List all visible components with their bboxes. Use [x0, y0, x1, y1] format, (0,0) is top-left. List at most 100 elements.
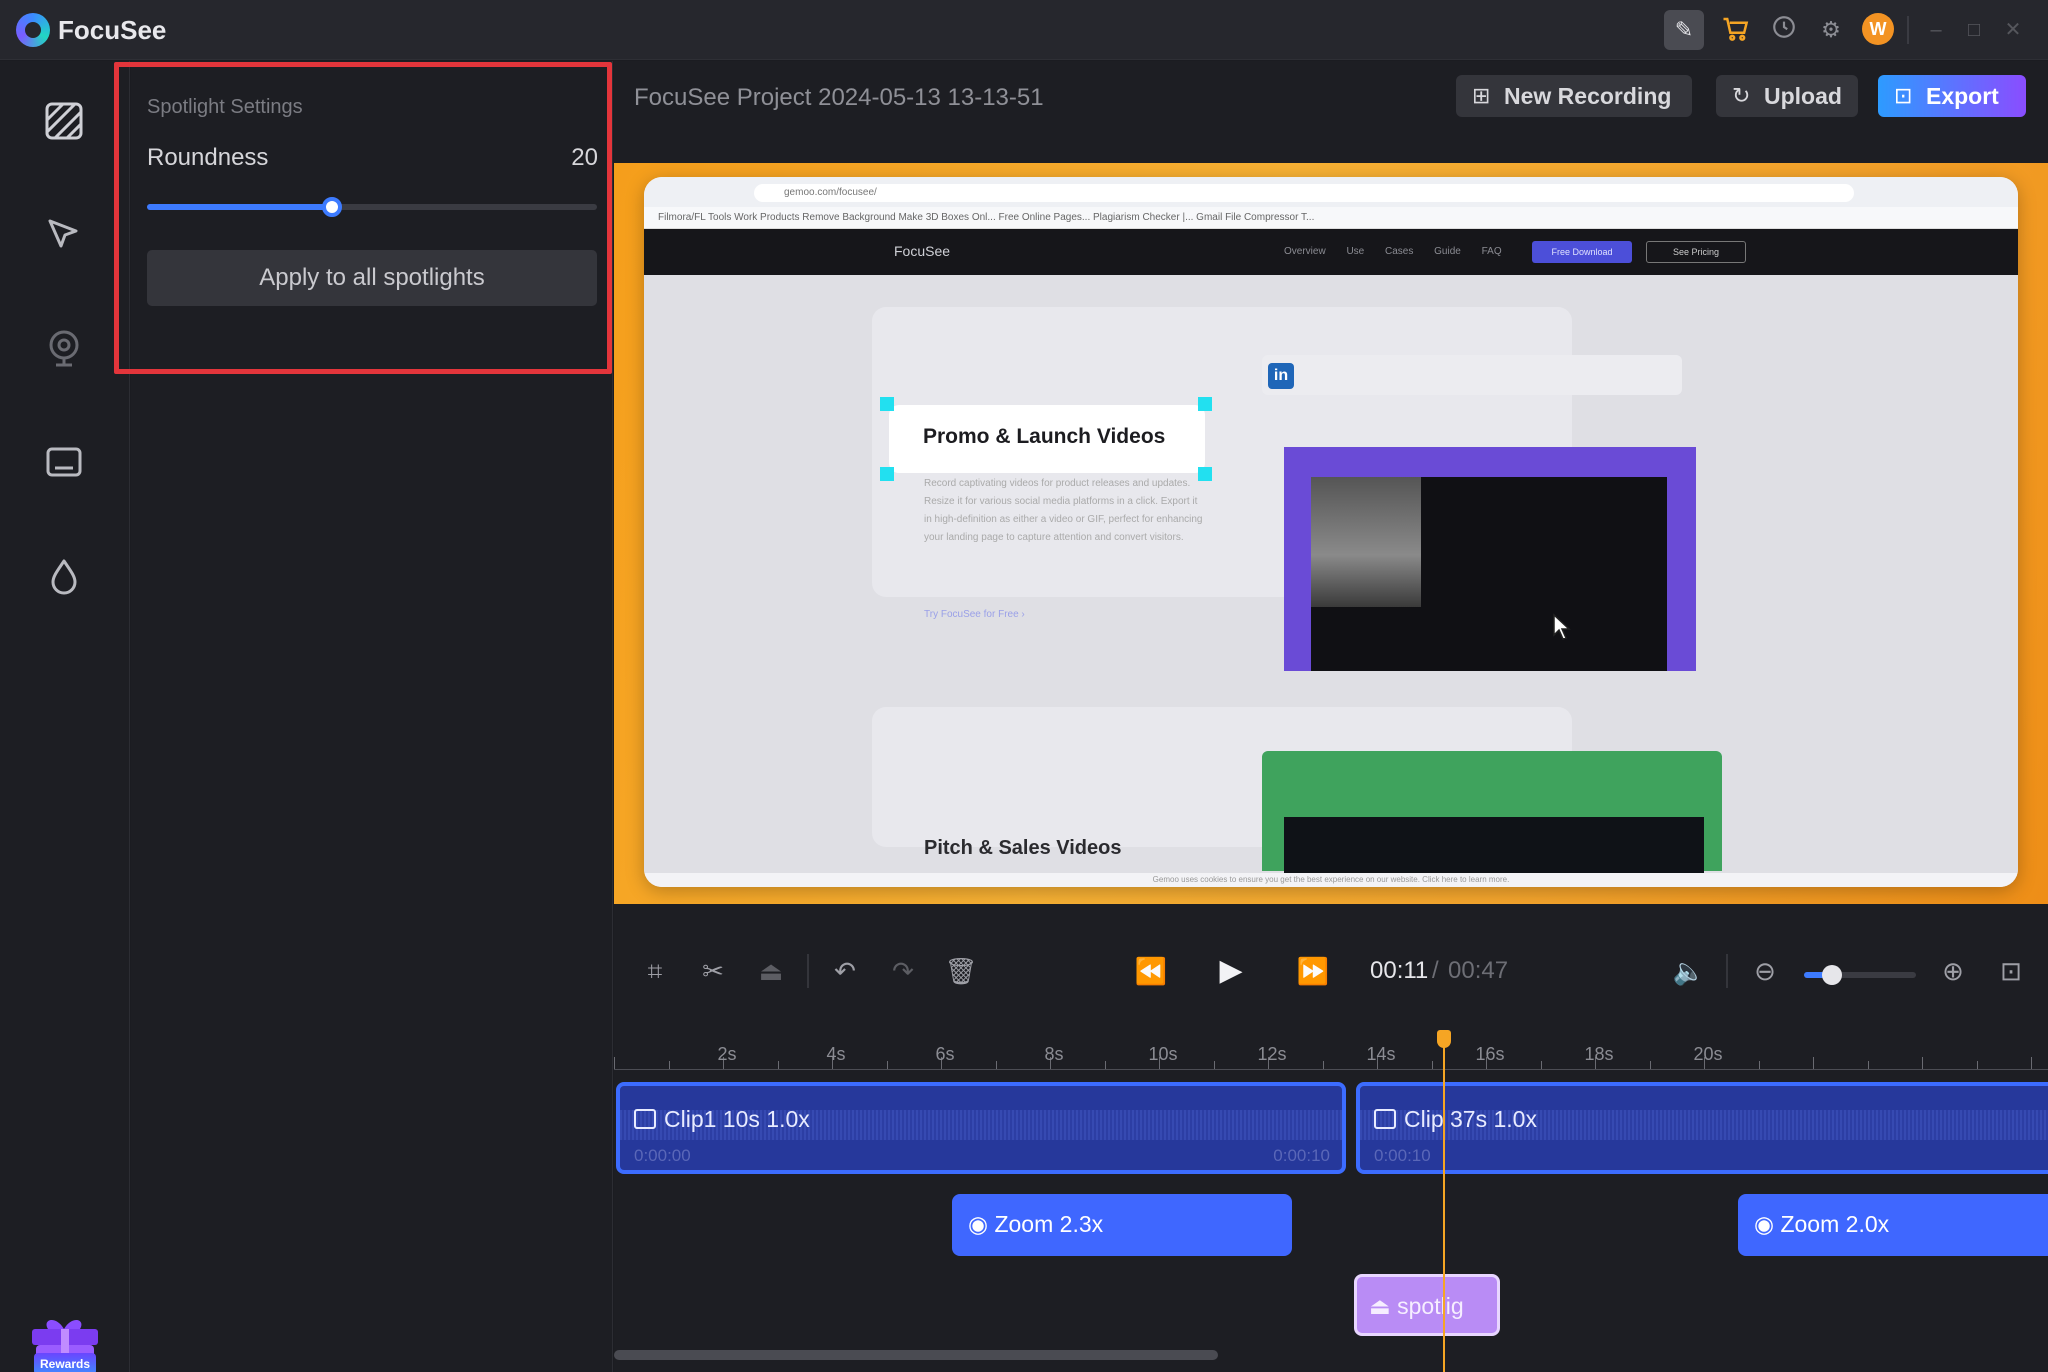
- rewards-gift-icon[interactable]: Rewards: [18, 1309, 112, 1372]
- add-spotlight-icon[interactable]: ⏏: [754, 954, 788, 988]
- settings-icon[interactable]: ⚙: [1815, 14, 1847, 46]
- resize-handle[interactable]: [880, 467, 894, 481]
- playhead-handle[interactable]: [1437, 1030, 1451, 1048]
- zoom-segment[interactable]: ◉ Zoom 2.0x: [1738, 1194, 2048, 1256]
- spotlight-segment[interactable]: ⏏ spotlig: [1354, 1274, 1500, 1336]
- zoom-in-icon[interactable]: ⊕: [1936, 954, 1970, 988]
- timeline[interactable]: 2s 4s 6s 8s 10s 12s 14s 16s 18s 20s Clip1 10s 1.0…: [614, 1030, 2048, 1372]
- playhead[interactable]: [1443, 1044, 1445, 1372]
- ruler-tick: [1758, 1061, 1760, 1069]
- timeline-zoom-slider[interactable]: [1804, 965, 1916, 985]
- browser-toolbar: gemoo.com/focusee/: [644, 177, 2018, 207]
- volume-icon[interactable]: 🔈: [1672, 954, 1706, 988]
- undo-icon[interactable]: ↶: [828, 954, 862, 988]
- ruler-tick: [2031, 1057, 2032, 1069]
- camera-icon[interactable]: [40, 325, 88, 373]
- resize-handle[interactable]: [880, 397, 894, 411]
- roundness-slider-thumb[interactable]: [321, 197, 342, 217]
- clip-label: Clip 37s 1.0x: [1374, 1106, 1537, 1133]
- upload-button[interactable]: ↻ Upload: [1716, 75, 1858, 117]
- minimize-button[interactable]: –: [1920, 14, 1952, 46]
- delete-icon[interactable]: 🗑: [944, 954, 978, 988]
- redo-icon[interactable]: ↷: [886, 954, 920, 988]
- mouse-cursor-icon: [1553, 613, 1571, 640]
- apply-to-all-spotlights-button[interactable]: Apply to all spotlights: [147, 250, 597, 306]
- ruler-label: 12s: [1257, 1044, 1287, 1064]
- website-video-thumbnail: [1311, 477, 1421, 607]
- address-bar: gemoo.com/focusee/: [754, 184, 1854, 202]
- play-button[interactable]: ▶: [1214, 954, 1248, 988]
- linkedin-post: [1262, 355, 1682, 395]
- bookmarks-bar: Filmora/FL Tools Work Products Remove Ba…: [644, 207, 2018, 229]
- ruler-tick: [1540, 1061, 1542, 1069]
- close-button[interactable]: ✕: [1997, 14, 2029, 46]
- clip-label-text: Clip1 10s 1.0x: [664, 1106, 810, 1132]
- cut-icon[interactable]: ✂: [696, 954, 730, 988]
- spotlight-region[interactable]: Promo & Launch Videos: [889, 405, 1205, 473]
- clip-2[interactable]: Clip 37s 1.0x 0:00:10: [1356, 1082, 2048, 1174]
- website-try-link: Try FocuSee for Free ›: [924, 609, 1025, 620]
- project-title: FocuSee Project 2024-05-13 13-13-51: [634, 84, 1044, 111]
- recorded-browser-window: gemoo.com/focusee/ Filmora/FL Tools Work…: [644, 177, 2018, 887]
- caption-icon[interactable]: [40, 439, 88, 487]
- zoom-out-icon[interactable]: ⊖: [1748, 954, 1782, 988]
- maximize-button[interactable]: □: [1958, 14, 1990, 46]
- app-name: FocuSee: [58, 15, 167, 45]
- export-icon: ⊡: [1894, 83, 1913, 108]
- export-button[interactable]: ⊡ Export: [1878, 75, 2026, 117]
- clip-icon: [634, 1109, 656, 1129]
- time-separator: /: [1432, 957, 1439, 984]
- ruler-tick: [1322, 1061, 1324, 1069]
- rewards-label: Rewards: [34, 1353, 96, 1372]
- timeline-scrollbar[interactable]: [614, 1350, 1218, 1360]
- crop-icon[interactable]: ⌗: [638, 954, 672, 988]
- upload-icon: ↻: [1732, 83, 1751, 108]
- rewind-icon[interactable]: ⏪: [1134, 954, 1168, 988]
- spotlight-text: Promo & Launch Videos: [923, 425, 1166, 448]
- divider: [1726, 954, 1728, 988]
- preview-canvas[interactable]: gemoo.com/focusee/ Filmora/FL Tools Work…: [614, 163, 2048, 904]
- clip-start-time: 0:00:00: [634, 1146, 691, 1165]
- playback-controls: ⌗ ✂ ⏏ ↶ ↷ 🗑 ⏪ ▶ ⏩ 00:11 / 00:47 🔈 ⊖ ⊕ ⊡: [614, 904, 2048, 1030]
- current-time: 00:11: [1370, 957, 1429, 984]
- panel-title: Spotlight Settings: [147, 96, 303, 118]
- roundness-slider[interactable]: [147, 197, 597, 217]
- ruler-label: 18s: [1584, 1044, 1614, 1064]
- timeline-zoom-thumb[interactable]: [1822, 965, 1842, 985]
- resize-handle[interactable]: [1198, 467, 1212, 481]
- fit-timeline-icon[interactable]: ⊡: [1994, 954, 2028, 988]
- clip-icon: [1374, 1109, 1396, 1129]
- resize-handle[interactable]: [1198, 397, 1212, 411]
- website-logo: FocuSee: [894, 243, 951, 259]
- watermark-icon[interactable]: [40, 553, 88, 601]
- user-avatar[interactable]: W: [1862, 13, 1894, 45]
- ruler-tick: [886, 1061, 888, 1069]
- ruler-tick: [1213, 1061, 1215, 1069]
- new-recording-button[interactable]: ⊞ New Recording: [1456, 75, 1692, 117]
- clip-label: Clip1 10s 1.0x: [634, 1106, 810, 1133]
- ruler-label: 14s: [1366, 1044, 1396, 1064]
- ruler-label: 4s: [826, 1044, 846, 1064]
- spotlight-segment-label: ⏏ spotlig: [1369, 1293, 1464, 1319]
- roundness-label: Roundness: [147, 144, 269, 171]
- ruler-label: 2s: [717, 1044, 737, 1064]
- cursor-icon[interactable]: [40, 211, 88, 259]
- website-see-pricing-button: See Pricing: [1646, 241, 1746, 263]
- history-icon[interactable]: [1768, 14, 1800, 46]
- ruler-tick: [995, 1061, 997, 1069]
- ruler-tick: [1104, 1061, 1106, 1069]
- clip-1[interactable]: Clip1 10s 1.0x 0:00:00 0:00:10: [616, 1082, 1346, 1174]
- background-icon[interactable]: [40, 97, 88, 145]
- tool-rail: Rewards: [0, 61, 130, 1372]
- fast-forward-icon[interactable]: ⏩: [1296, 954, 1330, 988]
- cookie-notice: Gemoo uses cookies to ensure you get the…: [644, 873, 2018, 887]
- new-recording-icon: ⊞: [1472, 83, 1491, 108]
- website-free-download-button: Free Download: [1532, 241, 1632, 263]
- edit-icon[interactable]: ✎: [1664, 10, 1704, 50]
- total-time: 00:47: [1448, 957, 1509, 984]
- ruler-label: 10s: [1148, 1044, 1178, 1064]
- clip-label-text: Clip 37s 1.0x: [1404, 1106, 1537, 1132]
- cart-icon[interactable]: [1720, 14, 1752, 46]
- zoom-segment[interactable]: ◉ Zoom 2.3x: [952, 1194, 1292, 1256]
- zoom-segment-text: Zoom 2.0x: [1780, 1211, 1890, 1237]
